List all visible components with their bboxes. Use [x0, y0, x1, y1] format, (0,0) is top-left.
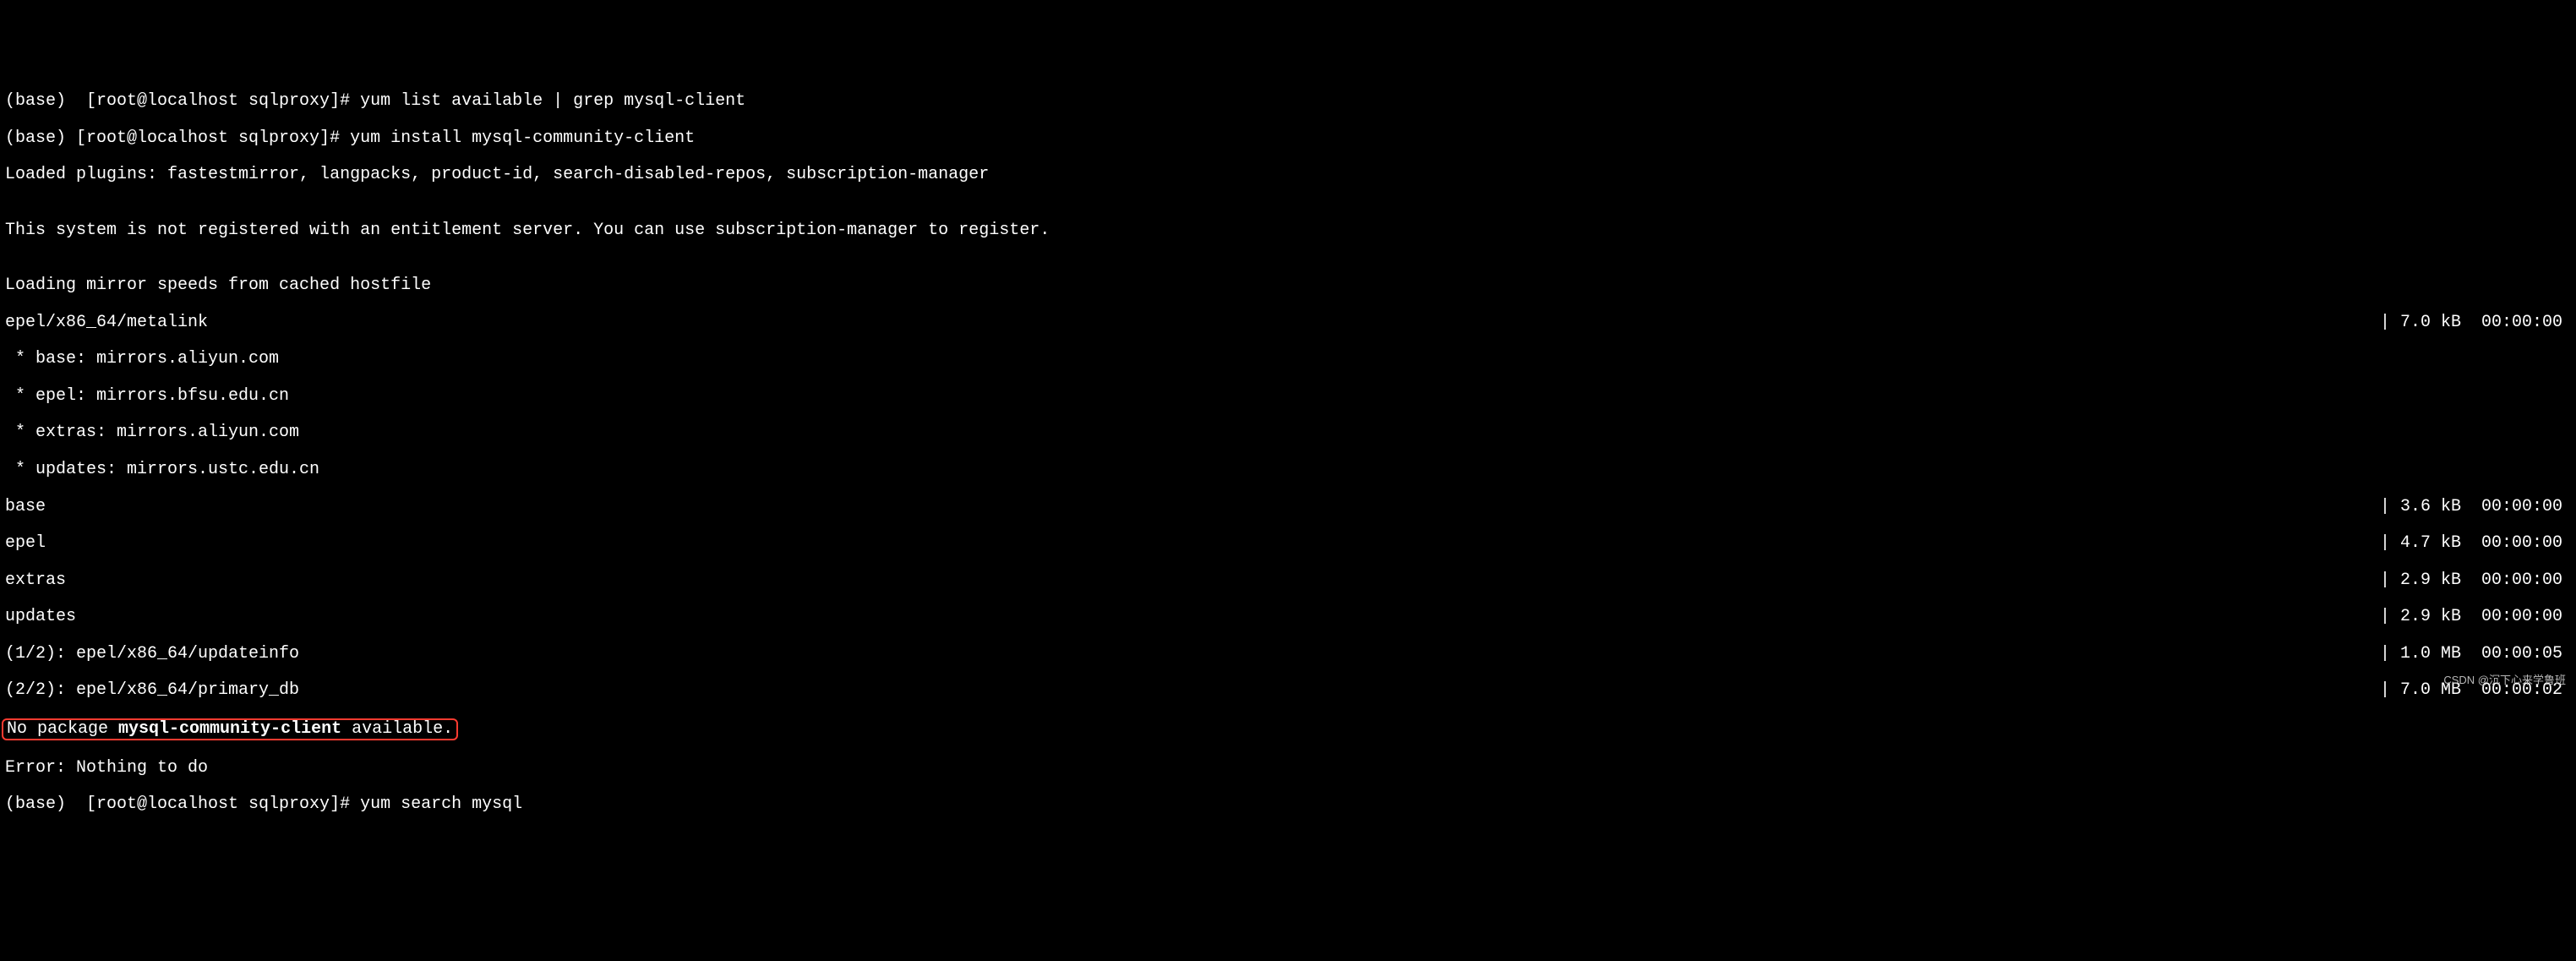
repo-base-line: base | 3.6 kB 00:00:00: [5, 498, 2571, 516]
no-package-prefix: No package: [7, 719, 118, 739]
mirror-epel: * epel: mirrors.bfsu.edu.cn: [5, 387, 2571, 406]
repo-name: extras: [5, 571, 66, 590]
no-package-line: No package mysql-community-client availa…: [5, 718, 2571, 740]
metalink-status: | 7.0 kB 00:00:00: [2380, 314, 2571, 332]
repo-name: (2/2): epel/x86_64/primary_db: [5, 681, 299, 700]
command-line: (base) [root@localhost sqlproxy]# yum in…: [5, 129, 2571, 148]
no-package-name: mysql-community-client: [118, 719, 341, 739]
metalink-label: epel/x86_64/metalink: [5, 314, 208, 332]
prev-command-line-cut: (base) [root@localhost sqlproxy]# yum li…: [5, 92, 2571, 111]
metalink-line: epel/x86_64/metalink | 7.0 kB 00:00:00: [5, 314, 2571, 332]
repo-name: epel: [5, 534, 46, 553]
repo-status: | 3.6 kB 00:00:00: [2380, 498, 2571, 516]
loading-mirror-line: Loading mirror speeds from cached hostfi…: [5, 276, 2571, 295]
repo-status: | 1.0 MB 00:00:05: [2380, 645, 2571, 663]
terminal-output: (base) [root@localhost sqlproxy]# yum li…: [5, 74, 2571, 833]
repo-status: | 2.9 kB 00:00:00: [2380, 571, 2571, 590]
repo-name: (1/2): epel/x86_64/updateinfo: [5, 645, 299, 663]
highlight-annotation: No package mysql-community-client availa…: [2, 718, 458, 740]
entitlement-warning: This system is not registered with an en…: [5, 221, 2571, 240]
repo-extras-line: extras | 2.9 kB 00:00:00: [5, 571, 2571, 590]
error-line: Error: Nothing to do: [5, 759, 2571, 778]
mirror-updates: * updates: mirrors.ustc.edu.cn: [5, 461, 2571, 479]
shell-prompt: (base) [root@localhost sqlproxy]#: [5, 128, 350, 148]
repo-updateinfo-line: (1/2): epel/x86_64/updateinfo | 1.0 MB 00…: [5, 645, 2571, 663]
repo-status: | 2.9 kB 00:00:00: [2380, 608, 2571, 626]
repo-primarydb-line: (2/2): epel/x86_64/primary_db| 7.0 MB 00…: [5, 681, 2571, 700]
repo-status: | 4.7 kB 00:00:00: [2380, 534, 2571, 553]
no-package-suffix: available.: [341, 719, 453, 739]
mirror-extras: * extras: mirrors.aliyun.com: [5, 423, 2571, 442]
plugins-line: Loaded plugins: fastestmirror, langpacks…: [5, 166, 2571, 184]
repo-updates-line: updates | 2.9 kB 00:00:00: [5, 608, 2571, 626]
mirror-base: * base: mirrors.aliyun.com: [5, 350, 2571, 369]
repo-epel-line: epel | 4.7 kB 00:00:00: [5, 534, 2571, 553]
csdn-watermark: CSDN @沉下心来学鲁班: [2443, 674, 2566, 686]
repo-name: base: [5, 498, 46, 516]
next-command-line-cut: (base) [root@localhost sqlproxy]# yum se…: [5, 795, 2571, 814]
typed-command: yum install mysql-community-client: [350, 128, 695, 148]
repo-name: updates: [5, 608, 76, 626]
